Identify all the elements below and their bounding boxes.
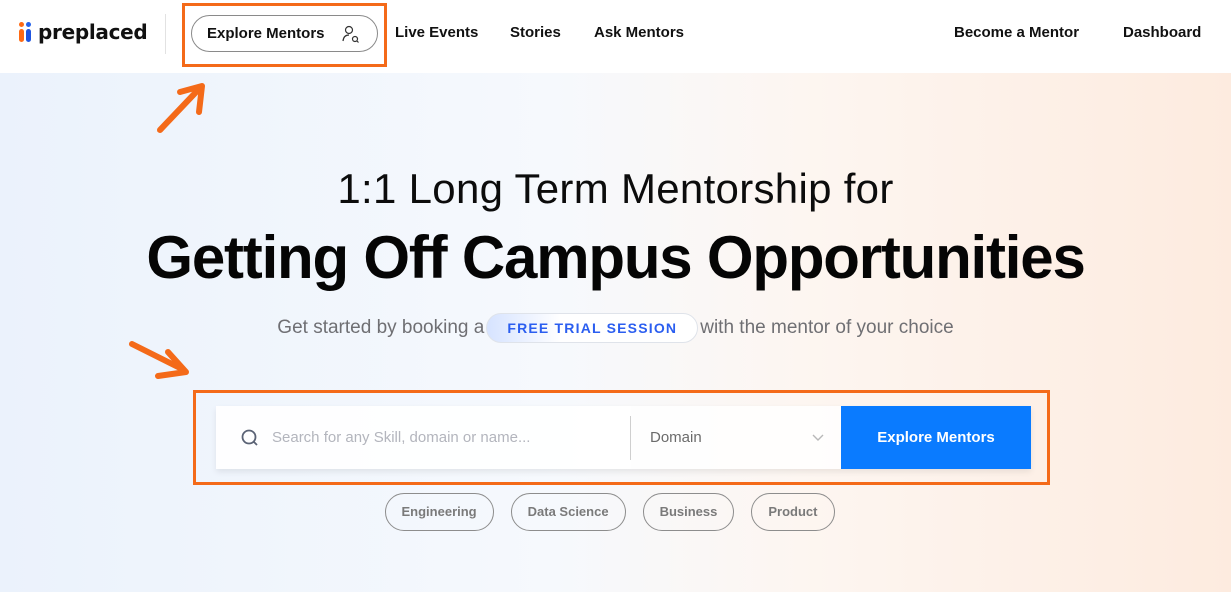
nav-become-mentor[interactable]: Become a Mentor [954, 24, 1079, 41]
free-trial-badge: FREE TRIAL SESSION [486, 313, 699, 343]
nav-stories[interactable]: Stories [510, 24, 561, 41]
search-input[interactable] [272, 429, 602, 446]
explore-mentors-button[interactable]: Explore Mentors [841, 406, 1031, 469]
nav-explore-mentors-label: Explore Mentors [207, 25, 325, 42]
category-chips: Engineering Data Science Business Produc… [0, 493, 1231, 531]
category-chip-data-science[interactable]: Data Science [510, 493, 626, 531]
hero-title: Getting Off Campus Opportunities [146, 224, 1085, 291]
search-icon [241, 429, 258, 446]
arrow-up-right-icon [157, 83, 205, 133]
logo-text: preplaced [38, 20, 148, 44]
tagline-before: Get started by booking a [277, 317, 485, 338]
hero-section: 1:1 Long Term Mentorship for Getting Off… [0, 73, 1231, 592]
preplaced-logo[interactable]: preplaced [19, 20, 148, 44]
arrow-down-right-icon [129, 341, 189, 379]
header-divider [165, 14, 166, 54]
nav-live-events[interactable]: Live Events [395, 24, 478, 41]
nav-dashboard[interactable]: Dashboard [1123, 24, 1201, 41]
search-field [216, 406, 631, 469]
domain-select[interactable]: Domain [631, 406, 841, 469]
mentor-search-bar: Domain Explore Mentors [216, 406, 1031, 469]
hero-subtitle: 1:1 Long Term Mentorship for [337, 165, 894, 212]
category-chip-business[interactable]: Business [642, 493, 735, 531]
category-chip-product[interactable]: Product [751, 493, 835, 531]
chevron-down-icon [812, 434, 824, 441]
tagline-after: with the mentor of your choice [700, 317, 954, 338]
nav-explore-mentors-button[interactable]: Explore Mentors [191, 15, 378, 52]
domain-select-value: Domain [650, 429, 702, 446]
category-chip-engineering[interactable]: Engineering [384, 493, 494, 531]
user-search-icon [342, 25, 359, 43]
nav-ask-mentors[interactable]: Ask Mentors [594, 24, 684, 41]
site-header: preplaced Explore Mentors Live Events St… [0, 0, 1231, 73]
logo-mark-icon [19, 20, 33, 44]
